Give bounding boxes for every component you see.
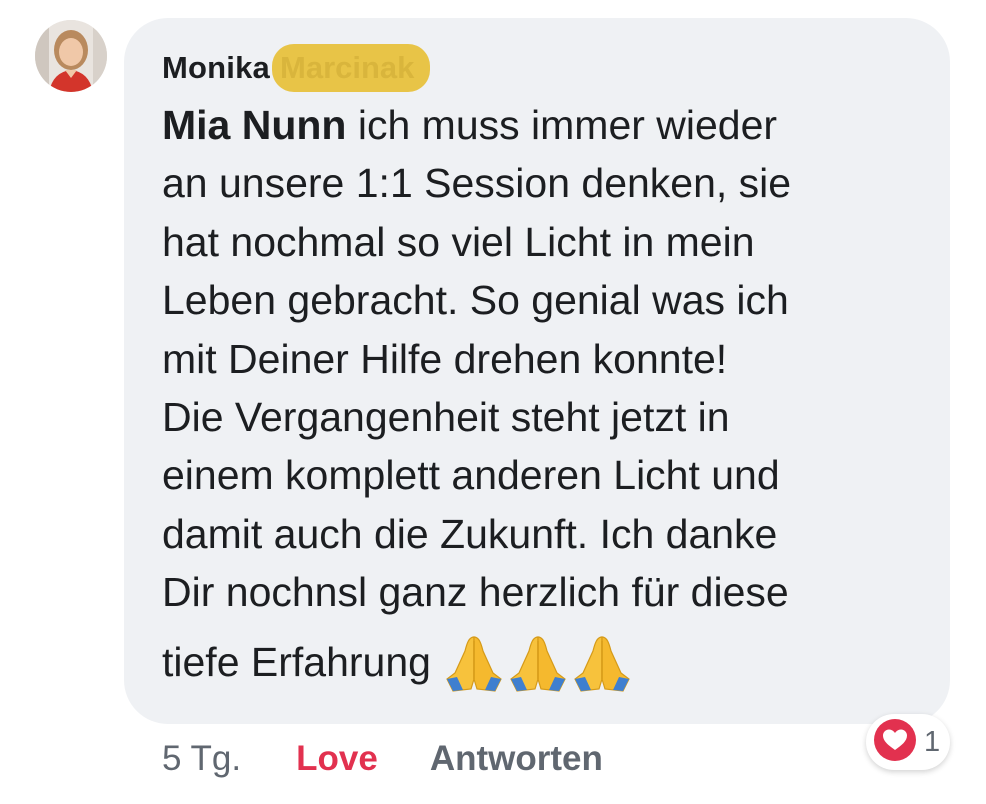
heart-icon <box>872 717 918 768</box>
comment-line: Die Vergangenheit steht jetzt in <box>162 394 730 441</box>
comment-screen: Monika Marcinak Mia Nunn ich muss immer … <box>0 0 986 804</box>
comment-line: Leben gebracht. So genial was ich <box>162 277 789 324</box>
reaction-count: 1 <box>924 725 941 758</box>
comment-text: Mia Nunn ich muss immer wieder an unsere… <box>162 96 920 698</box>
folded-hands-icon <box>571 633 633 693</box>
comment-line: einem komplett anderen Licht und <box>162 452 780 499</box>
comment-line: an unsere 1:1 Session denken, sie <box>162 160 792 207</box>
redacted-surname-text: Marcinak <box>280 50 415 85</box>
comment-line: hat nochmal so viel Licht in mein <box>162 218 755 265</box>
comment-last-line: tiefe Erfahrung <box>162 628 920 698</box>
love-button[interactable]: Love <box>296 739 378 779</box>
comment-line: Dir nochnsl ganz herzlich für diese <box>162 569 789 616</box>
folded-hands-icon <box>443 633 505 693</box>
timestamp[interactable]: 5 Tg. <box>162 739 241 779</box>
comment-bubble: Monika Marcinak Mia Nunn ich muss immer … <box>124 18 950 724</box>
author-name[interactable]: Monika <box>162 50 270 86</box>
avatar-image <box>35 20 107 92</box>
reply-button[interactable]: Antworten <box>430 739 603 779</box>
comment-line: ich muss immer wieder <box>346 102 778 148</box>
avatar[interactable] <box>35 20 107 92</box>
redacted-surname: Marcinak <box>272 44 431 92</box>
author-row: Monika Marcinak <box>162 44 920 92</box>
comment-actions: 5 Tg. Love Antworten <box>162 732 603 786</box>
folded-hands-icon <box>507 633 569 693</box>
reaction-summary[interactable]: 1 <box>866 714 951 770</box>
comment-line: damit auch die Zukunft. Ich danke <box>162 510 778 557</box>
comment-line: mit Deiner Hilfe drehen konnte! <box>162 335 728 382</box>
mention-link[interactable]: Mia Nunn <box>162 102 346 148</box>
emoji-row <box>443 633 633 693</box>
comment-line: tiefe Erfahrung <box>162 639 431 686</box>
